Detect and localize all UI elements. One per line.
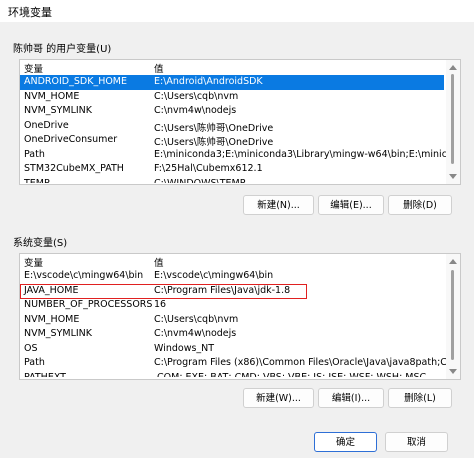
variable-name: ANDROID_SDK_HOME: [24, 76, 128, 87]
variable-value: E:\vscode\c\mingw64\bin: [154, 270, 274, 281]
java-home-highlight-box: [20, 284, 307, 299]
variable-value: C:\Users\陈帅哥\OneDrive: [154, 122, 274, 134]
table-row[interactable]: NVM_HOME C:\Users\cqb\nvm: [20, 313, 444, 328]
variable-name: OS: [24, 342, 38, 354]
user-delete-button[interactable]: 删除(D): [388, 195, 452, 215]
table-row[interactable]: OneDrive C:\Users\陈帅哥\OneDrive: [20, 119, 444, 134]
user-vars-rows: ANDROID_SDK_HOME E:\Android\AndroidSDK NVM…: [20, 75, 460, 183]
variable-value: C:\Users\cqb\nvm: [154, 90, 239, 102]
table-row[interactable]: Path C:\Program Files (x86)\Common Files\…: [20, 356, 460, 371]
variable-name: PATHEXT: [24, 372, 66, 377]
variable-name: OneDrive: [24, 119, 69, 131]
scroll-thumb[interactable]: [451, 74, 454, 164]
variable-value: C:\nvm4w\nodejs: [154, 105, 237, 116]
variable-name: NVM_SYMLINK: [24, 328, 93, 339]
table-row[interactable]: PATHEXT .COM;.EXE;.BAT;.CMD;.VBS;.VBE;.JS…: [20, 371, 444, 377]
table-row[interactable]: NVM_SYMLINK C:\nvm4w\nodejs: [20, 104, 444, 119]
scroll-down-icon[interactable]: [449, 369, 457, 374]
table-row[interactable]: STM32CubeMX_PATH F:\25Hal\Cubemx612.1: [20, 162, 444, 177]
scroll-up-icon[interactable]: [449, 259, 457, 264]
system-delete-button[interactable]: 删除(L): [388, 388, 452, 408]
table-row[interactable]: E:\vscode\c\mingw64\bin E:\vscode\c\mingw…: [20, 269, 444, 284]
column-header-variable[interactable]: 变量: [24, 61, 43, 75]
system-vars-header: 变量 值: [20, 254, 444, 269]
variable-value: 16: [154, 299, 167, 310]
title-bar: 环境变量: [0, 0, 474, 22]
variable-value: C:\Program Files (x86)\Common Files\Orac…: [154, 357, 461, 368]
variable-name: STM32CubeMX_PATH: [24, 163, 124, 174]
table-row[interactable]: ANDROID_SDK_HOME E:\Android\AndroidSDK: [20, 75, 444, 90]
table-row[interactable]: OneDriveConsumer C:\Users\陈帅哥\OneDrive: [20, 133, 444, 148]
table-row[interactable]: NVM_SYMLINK C:\nvm4w\nodejs: [20, 327, 444, 342]
table-row[interactable]: OS Windows_NT: [20, 342, 444, 357]
variable-value: C:\WINDOWS\TEMP: [154, 178, 245, 183]
variable-name: Path: [24, 148, 45, 160]
variable-value: Windows_NT: [154, 342, 215, 354]
column-header-value[interactable]: 值: [154, 61, 164, 75]
column-header-value[interactable]: 值: [154, 255, 164, 269]
variable-name: NUMBER_OF_PROCESSORS: [24, 299, 153, 310]
user-edit-button[interactable]: 编辑(E)...: [318, 195, 384, 215]
variable-name: NVM_HOME: [24, 313, 80, 325]
table-row[interactable]: NUMBER_OF_PROCESSORS 16: [20, 298, 444, 313]
system-new-button[interactable]: 新建(W)...: [243, 388, 314, 408]
user-vars-list[interactable]: 变量 值 ANDROID_SDK_HOME E:\Android\AndroidS…: [19, 59, 461, 185]
variable-name: NVM_SYMLINK: [24, 105, 93, 116]
variable-value: C:\Users\cqb\nvm: [154, 313, 239, 325]
system-vars-scrollbar[interactable]: [446, 254, 460, 379]
variable-name: E:\vscode\c\mingw64\bin: [24, 270, 144, 281]
table-row[interactable]: NVM_HOME C:\Users\cqb\nvm: [20, 90, 444, 105]
cancel-button[interactable]: 取消: [385, 432, 448, 452]
system-vars-list[interactable]: 变量 值 E:\vscode\c\mingw64\bin E:\vscode\c\…: [19, 253, 461, 380]
variable-name: NVM_HOME: [24, 90, 80, 102]
table-row[interactable]: TEMP C:\WINDOWS\TEMP: [20, 177, 444, 183]
table-row[interactable]: Path E:\miniconda3;E:\miniconda3\Library\…: [20, 148, 460, 163]
variable-value: .COM;.EXE;.BAT;.CMD;.VBS;.VBE;.JS;.JSE;.…: [154, 372, 426, 377]
system-vars-label: 系统变量(S): [13, 238, 68, 249]
variable-name: OneDriveConsumer: [24, 134, 118, 145]
window-title: 环境变量: [8, 6, 52, 19]
user-new-button[interactable]: 新建(N)...: [243, 195, 314, 215]
variable-name: Path: [24, 357, 45, 368]
variable-value: C:\nvm4w\nodejs: [154, 328, 237, 339]
scroll-thumb[interactable]: [451, 270, 454, 360]
variable-value: E:\miniconda3;E:\miniconda3\Library\ming…: [154, 148, 461, 160]
ok-button[interactable]: 确定: [314, 432, 377, 452]
scroll-up-icon[interactable]: [449, 65, 457, 70]
variable-value: C:\Users\陈帅哥\OneDrive: [154, 137, 274, 148]
user-vars-label: 陈帅哥 的用户变量(U): [13, 44, 112, 55]
scroll-down-icon[interactable]: [449, 174, 457, 179]
system-edit-button[interactable]: 编辑(I)...: [318, 388, 384, 408]
variable-name: TEMP: [24, 178, 50, 183]
variable-value: F:\25Hal\Cubemx612.1: [154, 163, 263, 174]
user-vars-scrollbar[interactable]: [446, 60, 460, 184]
variable-value: E:\Android\AndroidSDK: [154, 76, 263, 87]
user-vars-header: 变量 值: [20, 60, 444, 75]
column-header-variable[interactable]: 变量: [24, 255, 43, 269]
